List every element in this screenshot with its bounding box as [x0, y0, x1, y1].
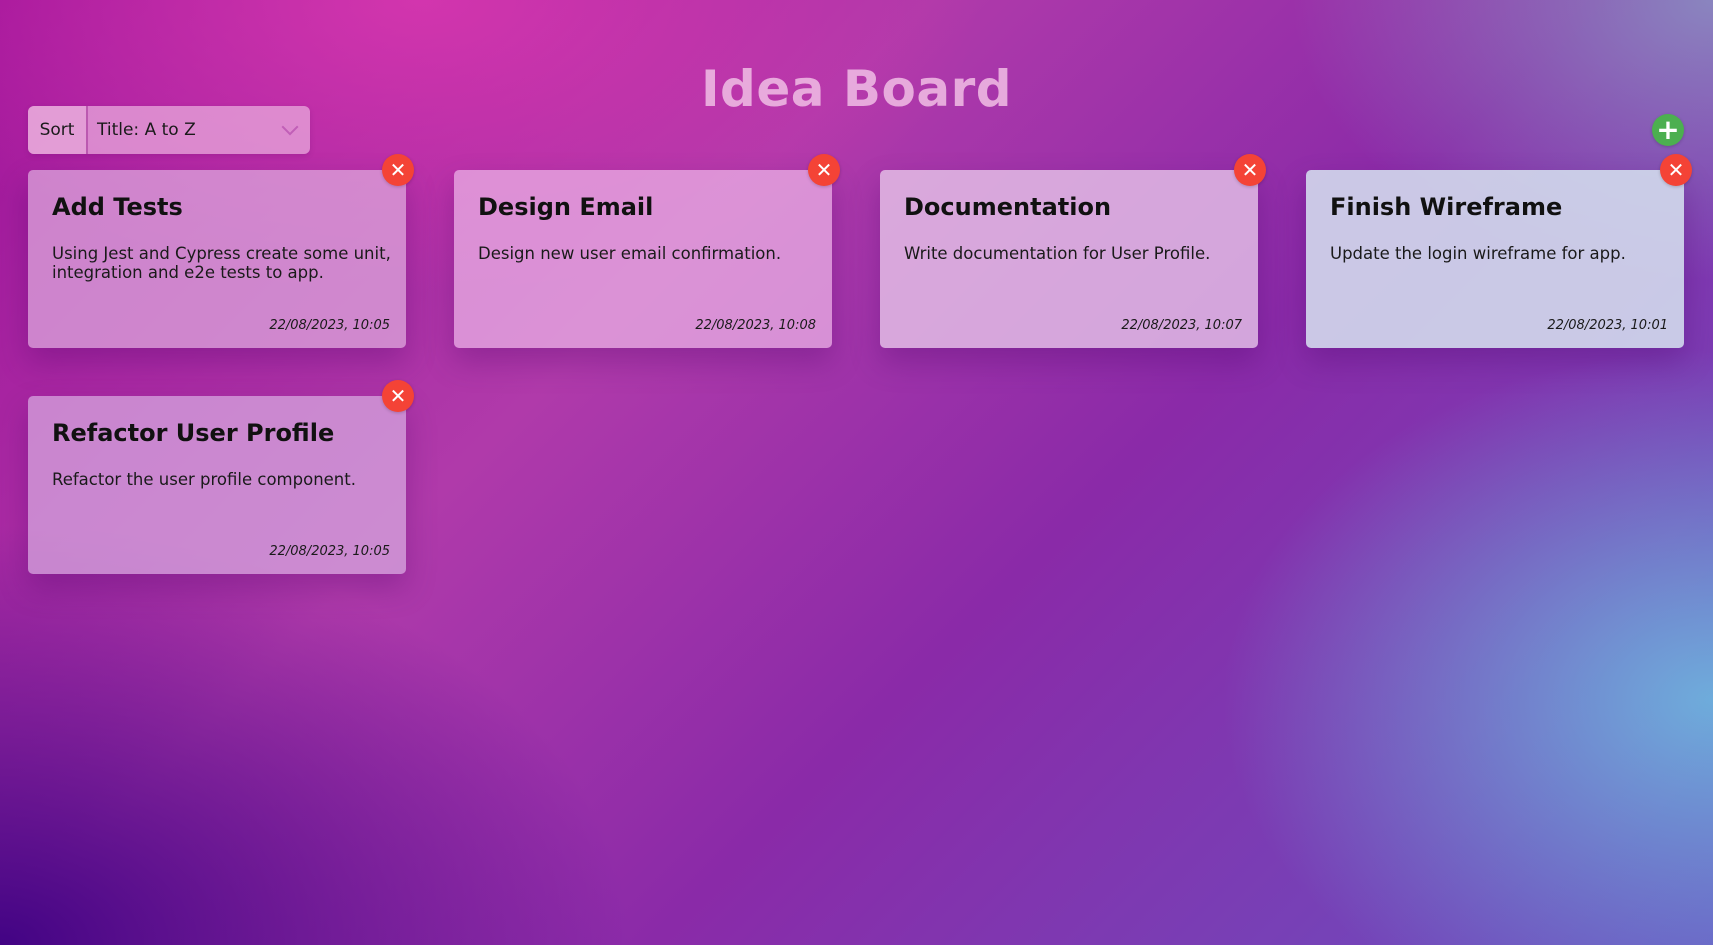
sort-label: Sort	[28, 106, 88, 154]
card-description[interactable]: Refactor the user profile component.	[52, 470, 392, 489]
sort-selected-value: Title: A to Z	[97, 120, 196, 140]
add-idea-button[interactable]: +	[1652, 114, 1684, 146]
delete-card-button[interactable]: ✕	[382, 380, 414, 412]
card-date: 22/08/2023, 10:05	[269, 318, 390, 333]
delete-card-button[interactable]: ✕	[1660, 154, 1692, 186]
delete-card-button[interactable]: ✕	[808, 154, 840, 186]
idea-card[interactable]: ✕ Design Email Design new user email con…	[454, 154, 840, 348]
card-title[interactable]: Finish Wireframe	[1330, 192, 1660, 222]
card-title[interactable]: Design Email	[478, 192, 808, 222]
idea-card[interactable]: ✕ Finish Wireframe Update the login wire…	[1306, 154, 1692, 348]
close-icon: ✕	[389, 384, 407, 408]
idea-card[interactable]: ✕ Documentation Write documentation for …	[880, 154, 1266, 348]
sort-select[interactable]: Title: A to Z	[88, 106, 310, 154]
close-icon: ✕	[1667, 158, 1685, 182]
card-description[interactable]: Write documentation for User Profile.	[904, 244, 1244, 263]
idea-card[interactable]: ✕ Refactor User Profile Refactor the use…	[28, 380, 414, 574]
card-title[interactable]: Add Tests	[52, 192, 382, 222]
idea-card[interactable]: ✕ Add Tests Using Jest and Cypress creat…	[28, 154, 414, 348]
delete-card-button[interactable]: ✕	[382, 154, 414, 186]
card-date: 22/08/2023, 10:08	[695, 318, 816, 333]
plus-icon: +	[1656, 113, 1680, 146]
card-description[interactable]: Using Jest and Cypress create some unit,…	[52, 244, 392, 282]
sort-control[interactable]: Sort Title: A to Z	[28, 106, 310, 154]
card-title[interactable]: Documentation	[904, 192, 1234, 222]
close-icon: ✕	[389, 158, 407, 182]
close-icon: ✕	[815, 158, 833, 182]
card-date: 22/08/2023, 10:01	[1547, 318, 1668, 333]
chevron-down-icon	[281, 118, 299, 136]
card-title[interactable]: Refactor User Profile	[52, 418, 382, 448]
card-date: 22/08/2023, 10:05	[269, 544, 390, 559]
close-icon: ✕	[1241, 158, 1259, 182]
card-date: 22/08/2023, 10:07	[1121, 318, 1242, 333]
delete-card-button[interactable]: ✕	[1234, 154, 1266, 186]
card-description[interactable]: Design new user email confirmation.	[478, 244, 818, 263]
card-description[interactable]: Update the login wireframe for app.	[1330, 244, 1670, 263]
